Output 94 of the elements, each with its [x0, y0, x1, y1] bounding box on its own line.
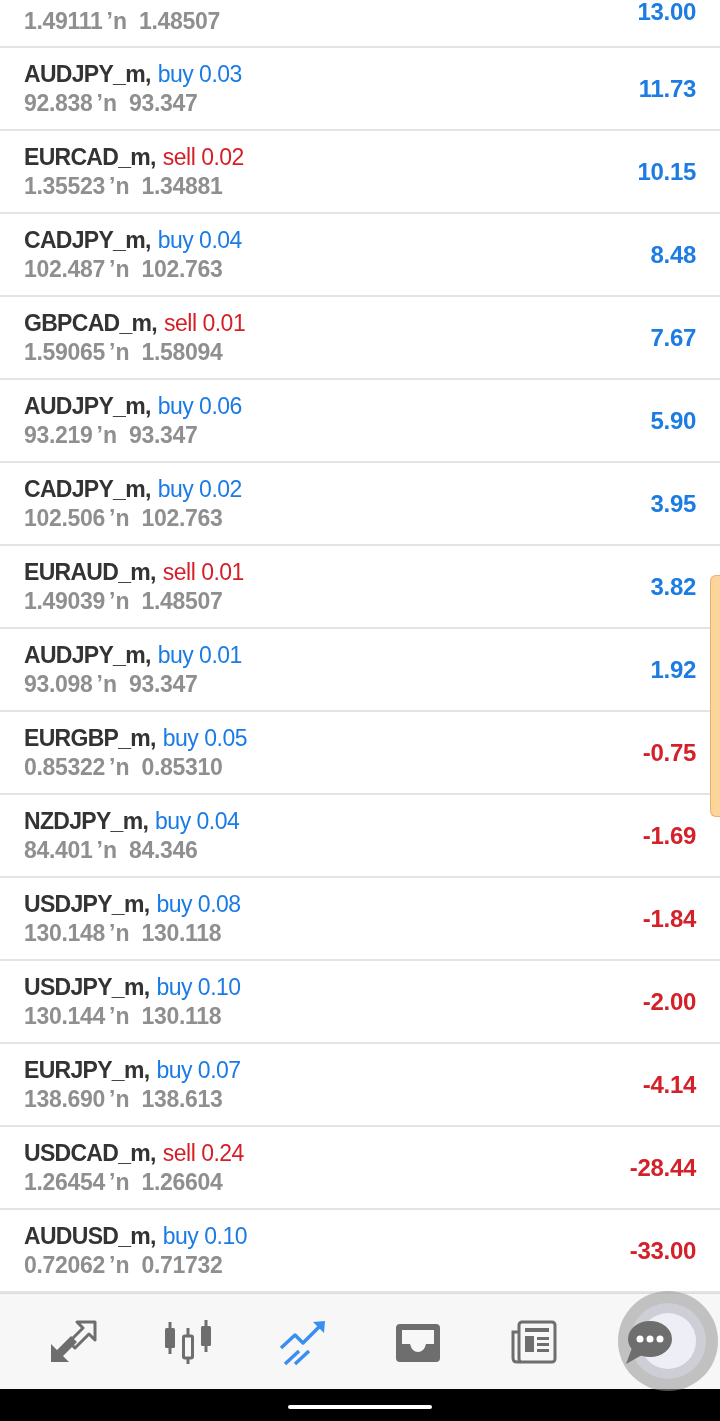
open-price: 102.506 [24, 503, 106, 533]
symbol-label: CADJPY_m, [24, 474, 151, 504]
open-price: 102.487 [24, 254, 106, 284]
profit-value: 3.95 [650, 488, 696, 519]
current-price: 102.763 [141, 503, 223, 533]
current-price: 93.347 [129, 88, 198, 118]
order-label: buy 0.01 [157, 640, 242, 670]
order-label: buy 0.10 [156, 972, 241, 1002]
price-separator: ʼn [96, 835, 117, 865]
open-price: 84.401 [24, 835, 93, 865]
price-separator: ʼn [109, 752, 130, 782]
price-separator: ʼn [109, 254, 130, 284]
price-separator: ʼn [106, 7, 127, 36]
price-separator: ʼn [109, 1001, 130, 1031]
profit-value: 3.82 [650, 571, 696, 602]
symbol-label: USDJPY_m, [24, 889, 150, 919]
current-price: 84.346 [129, 835, 198, 865]
profit-value: -1.84 [642, 903, 696, 934]
open-price: 138.690 [24, 1084, 106, 1114]
profit-value: 5.90 [650, 405, 696, 436]
symbol-label: NZDJPY_m, [24, 806, 149, 836]
symbol-label: USDJPY_m, [24, 972, 150, 1002]
price-separator: ʼn [109, 337, 130, 367]
open-price: 130.148 [24, 918, 106, 948]
open-price: 130.144 [24, 1001, 106, 1031]
open-price: 1.49111 [24, 7, 103, 36]
symbol-label: EURGBP_m, [24, 723, 156, 753]
symbol-label: EURJPY_m, [24, 1055, 150, 1085]
profit-value: -0.75 [642, 737, 696, 768]
order-label: sell 0.02 [162, 142, 244, 172]
order-label: sell 0.01 [162, 557, 244, 587]
profit-value: 8.48 [650, 239, 696, 270]
open-price: 93.098 [24, 669, 93, 699]
current-price: 1.26604 [141, 1167, 223, 1197]
price-separator: ʼn [109, 1084, 130, 1114]
order-label: buy 0.04 [157, 225, 242, 255]
symbol-label: EURCAD_m, [24, 142, 156, 172]
order-label: buy 0.08 [156, 889, 241, 919]
order-label: buy 0.03 [157, 59, 242, 89]
profit-value: -1.69 [642, 820, 696, 851]
current-price: 138.613 [141, 1084, 223, 1114]
symbol-label: USDCAD_m, [24, 1138, 156, 1168]
current-price: 1.48507 [138, 7, 220, 36]
open-price: 0.85322 [24, 752, 106, 782]
order-label: buy 0.10 [162, 1221, 247, 1251]
profit-value: 11.73 [638, 73, 696, 104]
open-price: 1.59065 [24, 337, 106, 367]
price-separator: ʼn [96, 669, 117, 699]
open-price: 1.35523 [24, 171, 106, 201]
symbol-label: AUDJPY_m, [24, 59, 151, 89]
open-price: 92.838 [24, 88, 93, 118]
order-label: buy 0.05 [162, 723, 247, 753]
current-price: 1.58094 [141, 337, 223, 367]
symbol-label: CADJPY_m, [24, 225, 151, 255]
profit-value: -28.44 [629, 1152, 696, 1183]
order-label: buy 0.07 [156, 1055, 241, 1085]
symbol-label: AUDUSD_m, [24, 1221, 156, 1251]
price-separator: ʼn [96, 420, 117, 450]
current-price: 130.118 [141, 918, 222, 948]
profit-value: 10.15 [637, 156, 696, 187]
symbol-label: GBPCAD_m, [24, 308, 157, 338]
current-price: 0.71732 [141, 1250, 223, 1280]
current-price: 102.763 [141, 254, 223, 284]
price-separator: ʼn [109, 1250, 130, 1280]
current-price: 130.118 [141, 1001, 222, 1031]
order-label: buy 0.06 [157, 391, 242, 421]
open-price: 0.72062 [24, 1250, 106, 1280]
order-label: buy 0.02 [157, 474, 242, 504]
order-label: buy 0.04 [155, 806, 240, 836]
profit-value: 7.67 [650, 322, 696, 353]
profit-value: -2.00 [642, 986, 696, 1017]
current-price: 1.34881 [141, 171, 223, 201]
profit-value: 1.92 [650, 654, 696, 685]
price-separator: ʼn [109, 1167, 130, 1197]
price-separator: ʼn [109, 171, 130, 201]
order-label: sell 0.24 [162, 1138, 244, 1168]
order-label: sell 0.01 [164, 308, 246, 338]
price-separator: ʼn [109, 586, 130, 616]
profit-value: -4.14 [642, 1069, 696, 1100]
current-price: 93.347 [129, 420, 198, 450]
open-price: 1.26454 [24, 1167, 106, 1197]
profit-value: -33.00 [629, 1235, 696, 1266]
price-separator: ʼn [96, 88, 117, 118]
price-separator: ʼn [109, 503, 130, 533]
open-price: 93.219 [24, 420, 93, 450]
current-price: 0.85310 [141, 752, 223, 782]
symbol-label: AUDJPY_m, [24, 640, 151, 670]
symbol-label: AUDJPY_m, [24, 391, 151, 421]
price-separator: ʼn [109, 918, 130, 948]
current-price: 93.347 [129, 669, 198, 699]
profit-value: 13.00 [637, 1, 696, 23]
open-price: 1.49039 [24, 586, 106, 616]
current-price: 1.48507 [141, 586, 223, 616]
symbol-label: EURAUD_m, [24, 557, 156, 587]
